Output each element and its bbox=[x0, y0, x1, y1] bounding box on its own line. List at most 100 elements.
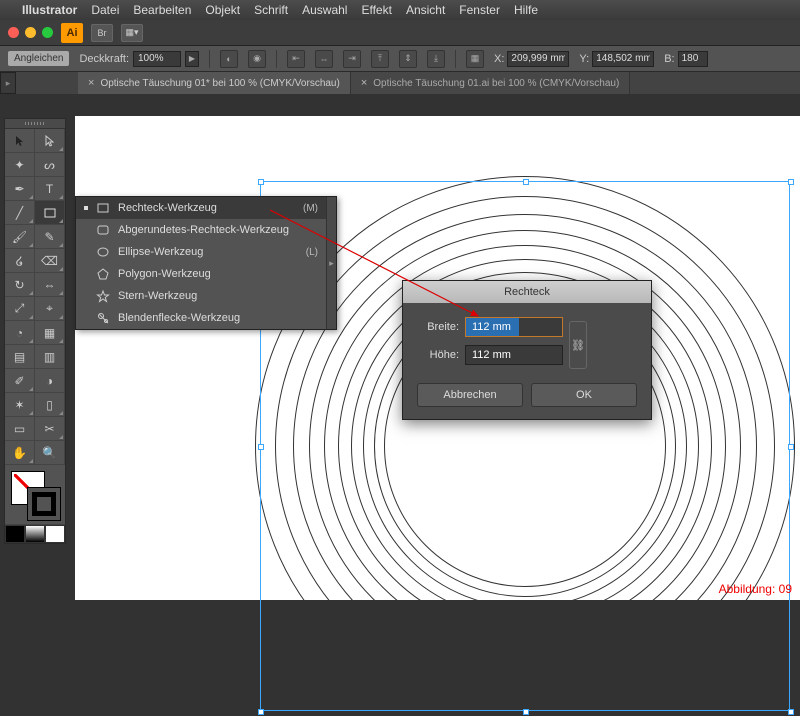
tool-panel: ✦ ᔕ ✒ T ╱ 🖌 ✎ ໒ ⌫ ↻ ⇔ ⤢ ⌖ ◔ ▦ ▤ ▥ ✐ ◑ ✶ … bbox=[4, 118, 66, 544]
shape-builder-tool[interactable]: ◔ bbox=[5, 321, 35, 345]
style-button[interactable]: ◐ bbox=[220, 50, 238, 68]
document-tab-1[interactable]: × Optische Täuschung 01* bei 100 % (CMYK… bbox=[78, 72, 351, 94]
none-mode-button[interactable] bbox=[45, 525, 65, 543]
menu-effekt[interactable]: Effekt bbox=[361, 3, 391, 17]
menu-fenster[interactable]: Fenster bbox=[459, 3, 500, 17]
width-input[interactable] bbox=[465, 317, 563, 337]
paintbrush-tool[interactable]: 🖌 bbox=[5, 225, 35, 249]
fill-stroke-swatch[interactable] bbox=[5, 465, 65, 525]
color-mode-button[interactable] bbox=[5, 525, 25, 543]
shortcut-label: (L) bbox=[306, 247, 318, 258]
zoom-tool[interactable]: 🔍 bbox=[35, 441, 65, 465]
flyout-item-rect[interactable]: Rechteck-Werkzeug(M) bbox=[76, 197, 326, 219]
window-controls bbox=[8, 27, 53, 38]
selection-handle[interactable] bbox=[788, 709, 794, 715]
close-tab-icon[interactable]: × bbox=[88, 77, 94, 89]
graph-tool[interactable]: ▯ bbox=[35, 393, 65, 417]
polygon-icon bbox=[96, 267, 110, 281]
pen-tool[interactable]: ✒ bbox=[5, 177, 35, 201]
panel-collapse-button[interactable]: ▸ bbox=[0, 72, 16, 94]
menu-datei[interactable]: Datei bbox=[91, 3, 119, 17]
blend-tool[interactable]: ◑ bbox=[35, 369, 65, 393]
align-center-v-icon[interactable]: ⇕ bbox=[399, 50, 417, 68]
gradient-mode-button[interactable] bbox=[25, 525, 45, 543]
constrain-proportions-button[interactable]: ⛓ bbox=[569, 321, 587, 369]
selection-handle[interactable] bbox=[523, 709, 529, 715]
figure-caption: Abbildung: 09 bbox=[719, 582, 792, 596]
selection-handle[interactable] bbox=[258, 444, 264, 450]
scale-tool[interactable]: ⤢ bbox=[5, 297, 35, 321]
close-tab-icon[interactable]: × bbox=[361, 77, 367, 89]
magic-wand-tool[interactable]: ✦ bbox=[5, 153, 35, 177]
perspective-tool[interactable]: ▦ bbox=[35, 321, 65, 345]
y-input[interactable] bbox=[592, 51, 654, 67]
mesh-tool[interactable]: ▤ bbox=[5, 345, 35, 369]
cancel-button[interactable]: Abbrechen bbox=[417, 383, 523, 407]
width-tool[interactable]: ⌖ bbox=[35, 297, 65, 321]
shortcut-label: (M) bbox=[303, 203, 318, 214]
align-left-icon[interactable]: ⇤ bbox=[287, 50, 305, 68]
selection-handle[interactable] bbox=[788, 179, 794, 185]
minimize-window-button[interactable] bbox=[25, 27, 36, 38]
menu-auswahl[interactable]: Auswahl bbox=[302, 3, 347, 17]
opacity-input[interactable] bbox=[133, 51, 181, 67]
recolor-button[interactable]: ◉ bbox=[248, 50, 266, 68]
rotate-tool[interactable]: ↻ bbox=[5, 273, 35, 297]
selection-tool[interactable] bbox=[5, 129, 35, 153]
control-bar: Angleichen Deckkraft: ▶ ◐ ◉ ⇤ ⇔ ⇥ ⤒ ⇕ ⤓ … bbox=[0, 46, 800, 72]
lasso-tool[interactable]: ᔕ bbox=[35, 153, 65, 177]
ok-button[interactable]: OK bbox=[531, 383, 637, 407]
dialog-title: Rechteck bbox=[403, 281, 651, 303]
flyout-item-star[interactable]: Stern-Werkzeug bbox=[76, 285, 326, 307]
tab-label: Optische Täuschung 01* bei 100 % (CMYK/V… bbox=[100, 78, 339, 89]
eyedropper-tool[interactable]: ✐ bbox=[5, 369, 35, 393]
transform-button[interactable]: ▦ bbox=[466, 50, 484, 68]
slice-tool[interactable]: ✂ bbox=[35, 417, 65, 441]
selection-handle[interactable] bbox=[258, 179, 264, 185]
blob-brush-tool[interactable]: ໒ bbox=[5, 249, 35, 273]
align-top-icon[interactable]: ⤒ bbox=[371, 50, 389, 68]
menu-schrift[interactable]: Schrift bbox=[254, 3, 288, 17]
app-name[interactable]: Illustrator bbox=[22, 3, 77, 17]
stroke-swatch[interactable] bbox=[27, 487, 61, 521]
align-center-h-icon[interactable]: ⇔ bbox=[315, 50, 333, 68]
selection-handle[interactable] bbox=[788, 444, 794, 450]
selection-bounding-box[interactable] bbox=[260, 181, 790, 711]
x-input[interactable] bbox=[507, 51, 569, 67]
b-input[interactable] bbox=[678, 51, 708, 67]
height-input[interactable] bbox=[465, 345, 563, 365]
reflect-tool[interactable]: ⇔ bbox=[35, 273, 65, 297]
document-tab-2[interactable]: × Optische Täuschung 01.ai bei 100 % (CM… bbox=[351, 72, 631, 94]
menu-hilfe[interactable]: Hilfe bbox=[514, 3, 538, 17]
menu-objekt[interactable]: Objekt bbox=[205, 3, 240, 17]
rectangle-tool[interactable] bbox=[35, 201, 65, 225]
maximize-window-button[interactable] bbox=[42, 27, 53, 38]
gradient-tool[interactable]: ▥ bbox=[35, 345, 65, 369]
direct-selection-tool[interactable] bbox=[35, 129, 65, 153]
flyout-item-polygon[interactable]: Polygon-Werkzeug bbox=[76, 263, 326, 285]
flyout-item-ellipse[interactable]: Ellipse-Werkzeug(L) bbox=[76, 241, 326, 263]
tearoff-button[interactable]: ▸ bbox=[326, 197, 336, 329]
eraser-tool[interactable]: ⌫ bbox=[35, 249, 65, 273]
opacity-dropdown[interactable]: ▶ bbox=[185, 51, 199, 67]
rectangle-dialog: Rechteck Breite: Höhe: ⛓ Abbrechen OK bbox=[402, 280, 652, 420]
menu-ansicht[interactable]: Ansicht bbox=[406, 3, 445, 17]
type-tool[interactable]: T bbox=[35, 177, 65, 201]
flyout-item-roundrect[interactable]: Abgerundetes-Rechteck-Werkzeug bbox=[76, 219, 326, 241]
selection-handle[interactable] bbox=[523, 179, 529, 185]
menu-bearbeiten[interactable]: Bearbeiten bbox=[133, 3, 191, 17]
symbol-sprayer-tool[interactable]: ✶ bbox=[5, 393, 35, 417]
artboard-tool[interactable]: ▭ bbox=[5, 417, 35, 441]
bridge-button[interactable]: Br bbox=[91, 24, 113, 42]
tool-panel-grip[interactable] bbox=[5, 119, 65, 129]
flyout-item-flare[interactable]: Blendenflecke-Werkzeug bbox=[76, 307, 326, 329]
selection-handle[interactable] bbox=[258, 709, 264, 715]
hand-tool[interactable]: ✋ bbox=[5, 441, 35, 465]
arrange-documents-button[interactable]: ▦▾ bbox=[121, 24, 143, 42]
close-window-button[interactable] bbox=[8, 27, 19, 38]
align-bottom-icon[interactable]: ⤓ bbox=[427, 50, 445, 68]
b-field: B: bbox=[664, 51, 707, 67]
align-right-icon[interactable]: ⇥ bbox=[343, 50, 361, 68]
pencil-tool[interactable]: ✎ bbox=[35, 225, 65, 249]
line-tool[interactable]: ╱ bbox=[5, 201, 35, 225]
